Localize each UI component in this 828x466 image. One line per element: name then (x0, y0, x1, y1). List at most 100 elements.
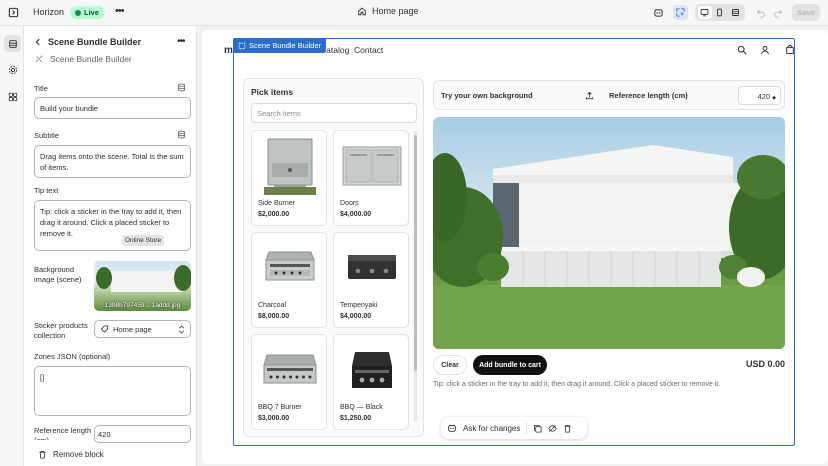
fullscreen-icon[interactable] (728, 6, 742, 19)
background-image-label: Background image (scene) (34, 265, 82, 284)
mobile-icon[interactable] (713, 6, 727, 19)
ask-for-changes-button[interactable]: Ask for changes (463, 424, 520, 433)
zones-json-label: Zones JSON (optional) (34, 352, 111, 361)
thumb-tree (174, 265, 191, 291)
upload-background-button[interactable] (579, 87, 599, 104)
items-scrollbar[interactable] (414, 131, 417, 422)
title-label: Title (34, 84, 48, 93)
reference-length-label: Reference length (cm) (34, 426, 92, 440)
hide-icon[interactable] (548, 424, 557, 433)
item-tile-bbq-7-burner[interactable]: BBQ 7 Burner $3,000.00 (251, 334, 327, 430)
panel-subtitle: Scene Bundle Builder (34, 54, 132, 64)
dynamic-source-icon[interactable] (177, 130, 186, 139)
page-selector[interactable]: Home page (357, 6, 419, 16)
panel-more-button[interactable]: ••• (177, 36, 185, 47)
dynamic-source-icon[interactable] (177, 83, 186, 92)
item-name: BBQ 7 Burner (258, 404, 302, 411)
item-name: Tempenyaki (340, 302, 378, 309)
charcoal-grill-icon (258, 238, 321, 298)
panel-title: Scene Bundle Builder (48, 37, 142, 47)
clear-button[interactable]: Clear (433, 355, 467, 375)
live-label: Live (84, 8, 100, 17)
scene-tip-text: Tip: click a sticker in the tray to add … (433, 381, 721, 388)
zones-json-field[interactable]: [] (34, 366, 191, 416)
panel-header: Scene Bundle Builder (34, 37, 141, 47)
bbq-7-burner-icon (258, 340, 321, 400)
number-stepper-icon[interactable]: ◆ (772, 95, 776, 101)
item-name: BBQ — Black (340, 404, 383, 411)
live-badge: Live (70, 6, 106, 19)
back-chevron-icon[interactable] (34, 38, 42, 46)
exit-icon[interactable] (6, 5, 21, 20)
ask-for-changes-bar: Ask for changes (441, 417, 587, 439)
select-chevron-icon (179, 324, 184, 334)
ai-assistant-icon[interactable] (651, 5, 666, 20)
reference-length-value: 420 (757, 92, 771, 101)
undo-icon[interactable] (753, 5, 768, 20)
title-field[interactable]: Build your bundle (34, 97, 191, 119)
sections-icon[interactable] (4, 35, 21, 52)
upload-icon (585, 91, 593, 100)
desktop-icon[interactable] (697, 6, 712, 19)
thumb-tree (96, 267, 112, 289)
pick-items-title: Pick items (251, 87, 294, 97)
bbq-black-icon (340, 340, 403, 400)
sticker-collection-value: Home page (113, 324, 152, 334)
device-switcher (695, 4, 745, 21)
subtitle-field[interactable]: Drag items onto the scene. Total is the … (34, 145, 191, 178)
save-button[interactable]: Save (792, 4, 820, 21)
reference-length-input[interactable]: 420 ◆ (738, 86, 781, 105)
delete-icon[interactable] (563, 424, 572, 433)
sticker-collection-label: Sticker products collection (34, 321, 88, 340)
teppanyaki-icon (340, 238, 403, 298)
theme-settings-gear-icon[interactable] (4, 61, 21, 78)
item-tile-charcoal[interactable]: Charcoal $8,000.00 (251, 232, 327, 328)
theme-more-button[interactable]: ••• (115, 5, 125, 17)
page-selector-label: Home page (372, 6, 419, 16)
sticker-collection-select[interactable]: Home page (94, 320, 191, 338)
tooltip: Online Store (122, 235, 165, 246)
tip-label: Tip text (34, 186, 59, 195)
subtitle-label: Subtitle (34, 131, 60, 140)
scene-controls-bar: Try your own background Reference length… (433, 80, 785, 110)
item-tile-tempenyaki[interactable]: Tempenyaki $4,000.00 (333, 232, 409, 328)
scrollbar-thumb[interactable] (414, 135, 417, 371)
block-icon (35, 55, 43, 63)
item-price: $8,000.00 (258, 313, 290, 320)
reference-length-field[interactable]: 420 (94, 425, 191, 443)
item-price: $2,000.00 (258, 211, 290, 218)
assistant-icon (448, 425, 456, 432)
trash-icon (39, 450, 46, 459)
divider (526, 422, 528, 434)
item-price: $3,000.00 (258, 415, 290, 422)
remove-block-label: Remove block (53, 450, 104, 459)
remove-block-button[interactable]: Remove block (38, 450, 104, 459)
item-price: $1,250.00 (340, 415, 372, 422)
item-tile-side-burner[interactable]: Side Burner $2,000.00 (251, 130, 327, 226)
redo-icon[interactable] (770, 5, 785, 20)
inspector-icon[interactable] (673, 5, 688, 20)
top-bar: Horizon Live ••• Home page Save (0, 0, 828, 26)
tip-field[interactable]: Tip: click a sticker in the tray to add … (34, 200, 191, 251)
block-frame-icon (238, 42, 246, 49)
scene-background-image (433, 145, 785, 349)
block-settings-panel: Scene Bundle Builder ••• Scene Bundle Bu… (24, 26, 197, 466)
items-grid: Side Burner $2,000.00 Doors $4,000.00 Ch… (251, 130, 411, 430)
apps-icon[interactable] (4, 88, 21, 105)
reference-length-scene-label: Reference length (cm) (609, 91, 688, 100)
scene-canvas[interactable] (433, 117, 785, 349)
left-rail (0, 26, 24, 466)
item-tile-bbq-black[interactable]: BBQ — Black $1,250.00 (333, 334, 409, 430)
pick-items-panel: Pick items Search items Side Burner $2,0… (243, 78, 424, 437)
item-name: Side Burner (258, 200, 295, 207)
add-bundle-to-cart-button[interactable]: Add bundle to cart (473, 355, 547, 375)
search-items-input[interactable]: Search items (251, 103, 417, 123)
background-image-thumbnail[interactable]: 13b8b797459... 1addd.jpg (94, 261, 191, 311)
item-tile-doors[interactable]: Doors $4,000.00 (333, 130, 409, 226)
panel-subtitle-text: Scene Bundle Builder (50, 54, 132, 64)
item-name: Doors (340, 200, 359, 207)
duplicate-icon[interactable] (533, 424, 542, 433)
item-price: $4,000.00 (340, 211, 372, 218)
theme-name: Horizon (33, 7, 65, 17)
block-selection-tag[interactable]: Scene Bundle Builder (233, 38, 327, 53)
